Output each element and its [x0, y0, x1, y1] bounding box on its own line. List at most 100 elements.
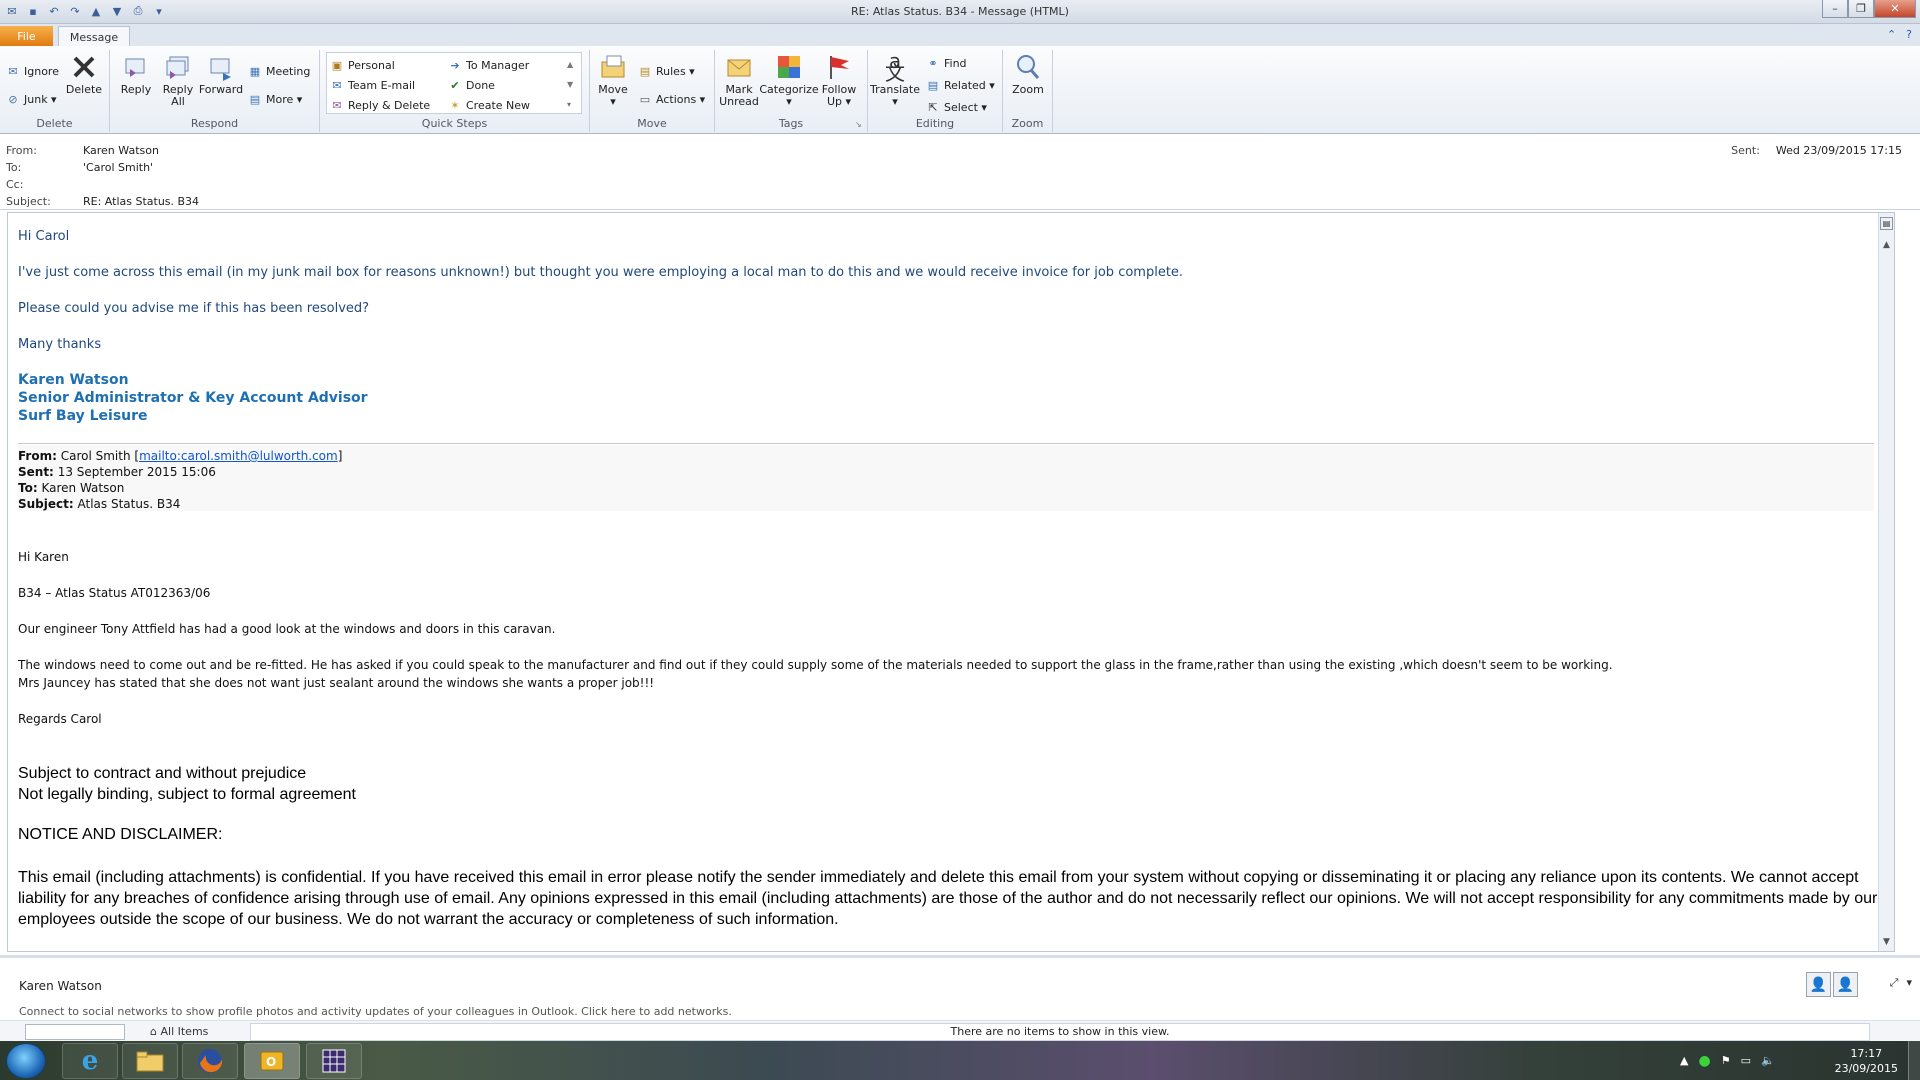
clock[interactable]: 17:17 23/09/2015	[1835, 1046, 1898, 1076]
from-value[interactable]: Karen Watson	[83, 144, 159, 157]
avatar-icon[interactable]: 👤	[1833, 972, 1858, 997]
quoted-to-line: To: Karen Watson	[18, 481, 124, 495]
quick-steps-scroll-down-icon[interactable]: ▼	[567, 80, 573, 89]
tab-message[interactable]: Message	[58, 26, 130, 47]
zoom-magnifier-icon	[1013, 52, 1043, 82]
quickstep-done[interactable]: ✔ Done	[448, 78, 495, 92]
message-body[interactable]: Hi Carol I've just come across this emai…	[7, 212, 1895, 952]
follow-up-label-2: Up ▾	[826, 95, 852, 108]
find-button[interactable]: ⚭ Find	[926, 56, 966, 70]
quick-steps-expand-icon[interactable]: ▾	[567, 100, 571, 109]
reply-label: Reply	[120, 83, 152, 96]
closing: Many thanks	[18, 337, 102, 352]
people-pane-tab[interactable]	[25, 1024, 125, 1040]
to-value[interactable]: 'Carol Smith'	[83, 161, 153, 174]
social-connect-message[interactable]: Connect to social networks to show profi…	[19, 1005, 732, 1018]
scroll-down-icon[interactable]: ▼	[1879, 934, 1894, 949]
quick-steps-scroll-up-icon[interactable]: ▲	[567, 60, 573, 69]
windows-taskbar: e O ▲ ● ⚑ ▭ 🔈 17:17 23/09/2015	[0, 1041, 1920, 1080]
rules-label: Rules ▾	[656, 64, 695, 78]
reply-all-button[interactable]: Reply All	[158, 52, 198, 108]
scroll-up-icon[interactable]: ▲	[1879, 237, 1894, 252]
minimize-button[interactable]: –	[1822, 0, 1848, 18]
network-icon[interactable]: ▭	[1741, 1054, 1751, 1067]
quoted-mailto-link[interactable]: mailto:carol.smith@lulworth.com	[139, 449, 338, 463]
volume-icon[interactable]: 🔈	[1761, 1054, 1775, 1067]
group-zoom: Zoom Zoom	[1003, 50, 1053, 132]
related-icon: ▤	[927, 78, 939, 92]
delete-button[interactable]: Delete	[66, 52, 102, 96]
actions-label: Actions ▾	[656, 92, 706, 106]
people-pane-controls: ⤢ ▾	[1890, 976, 1912, 990]
personal-icon: ▣	[331, 58, 343, 72]
categorize-icon	[774, 52, 804, 82]
ignore-button[interactable]: ✉ Ignore	[6, 64, 59, 78]
title-bar: ✉ ▪ ↶ ↷ ▲ ▼ ⎙ ▾ RE: Atlas Status. B34 - …	[0, 0, 1920, 24]
reply-delete-icon: ✉	[332, 98, 342, 112]
create-new-icon: ✶	[450, 98, 460, 112]
collapse-pane-icon[interactable]: ▾	[1906, 976, 1912, 990]
show-header-icon[interactable]: ▤	[1880, 217, 1893, 230]
legal-line-1: Subject to contract and without prejudic…	[18, 765, 307, 782]
rules-button[interactable]: ▤ Rules ▾	[638, 64, 695, 78]
internet-explorer-taskbar-button[interactable]: e	[62, 1043, 118, 1079]
meeting-icon: ▦	[249, 64, 261, 78]
quoted-from-value: Carol Smith [	[60, 449, 140, 463]
reply-icon	[121, 52, 151, 82]
reply-all-label-2: All	[171, 95, 185, 108]
quickstep-to-manager[interactable]: ➔ To Manager	[448, 58, 529, 72]
actions-button[interactable]: ▭ Actions ▾	[638, 92, 705, 106]
quoted-subject-line: Subject: Atlas Status. B34	[18, 497, 180, 511]
calendar-app-taskbar-button[interactable]	[306, 1043, 362, 1079]
translate-dropdown-label: ▾	[892, 95, 898, 108]
meeting-button[interactable]: ▦ Meeting	[248, 64, 311, 78]
translate-button[interactable]: a文 Translate ▾	[870, 51, 920, 108]
group-tags-label: Tags	[778, 117, 804, 130]
vertical-scrollbar[interactable]: ▤ ▲ ▼	[1878, 213, 1894, 951]
file-explorer-taskbar-button[interactable]	[122, 1043, 178, 1079]
delete-label: Delete	[65, 83, 103, 96]
mark-unread-button[interactable]: Mark Unread	[719, 52, 759, 108]
zoom-button[interactable]: Zoom	[1009, 52, 1047, 96]
move-button[interactable]: Move ▾	[594, 52, 632, 108]
quickstep-create-new[interactable]: ✶ Create New	[448, 98, 530, 112]
all-items-tab[interactable]: ⌂ All Items	[150, 1025, 208, 1038]
people-pane-name[interactable]: Karen Watson	[19, 979, 102, 993]
quickstep-reply-delete[interactable]: ✉ Reply & Delete	[330, 98, 430, 112]
outlook-taskbar-button[interactable]: O	[244, 1043, 300, 1079]
select-button[interactable]: ⇱ Select ▾	[926, 100, 987, 114]
maximize-button[interactable]: ❐	[1848, 0, 1874, 18]
quickstep-team-email[interactable]: ✉ Team E-mail	[330, 78, 415, 92]
group-quick-steps-label: Quick Steps	[421, 117, 488, 130]
related-label: Related ▾	[944, 78, 995, 92]
start-button[interactable]	[6, 1043, 46, 1079]
clock-date: 23/09/2015	[1834, 1062, 1898, 1075]
forward-button[interactable]: Forward	[198, 52, 244, 96]
forward-label: Forward	[198, 83, 244, 96]
action-center-flag-icon[interactable]: ⚑	[1721, 1054, 1731, 1067]
group-move: Move ▾ ▤ Rules ▾ ▭ Actions ▾ Move	[590, 50, 715, 132]
subject-value: RE: Atlas Status. B34	[83, 195, 200, 208]
related-button[interactable]: ▤ Related ▾	[926, 78, 995, 92]
tab-file[interactable]: File	[0, 26, 53, 46]
reply-button[interactable]: Reply	[116, 52, 156, 96]
close-button[interactable]: ✕	[1874, 0, 1916, 18]
quickstep-personal[interactable]: ▣ Personal	[330, 58, 395, 72]
reply-all-icon	[163, 52, 193, 82]
avatar-icon[interactable]: 👤	[1806, 972, 1831, 997]
firefox-taskbar-button[interactable]	[182, 1043, 238, 1079]
follow-up-button[interactable]: Follow Up ▾	[819, 52, 859, 108]
done-check-icon: ✔	[450, 78, 460, 92]
show-hidden-icons-icon[interactable]: ▲	[1680, 1054, 1688, 1067]
more-respond-button[interactable]: ▤ More ▾	[248, 92, 303, 106]
status-online-icon[interactable]: ●	[1698, 1053, 1710, 1069]
mark-unread-envelope-icon	[724, 52, 754, 82]
minimize-ribbon-icon[interactable]: ⌃	[1887, 28, 1896, 41]
help-icon[interactable]: ?	[1906, 28, 1912, 41]
junk-button[interactable]: ⊘ Junk ▾	[6, 92, 56, 106]
show-desktop-button[interactable]	[1908, 1041, 1920, 1080]
categorize-button[interactable]: Categorize ▾	[759, 52, 819, 108]
outlook-icon: O	[260, 1051, 284, 1071]
expand-pane-icon[interactable]: ⤢	[1890, 976, 1899, 990]
signature-name: Karen Watson	[18, 372, 129, 388]
